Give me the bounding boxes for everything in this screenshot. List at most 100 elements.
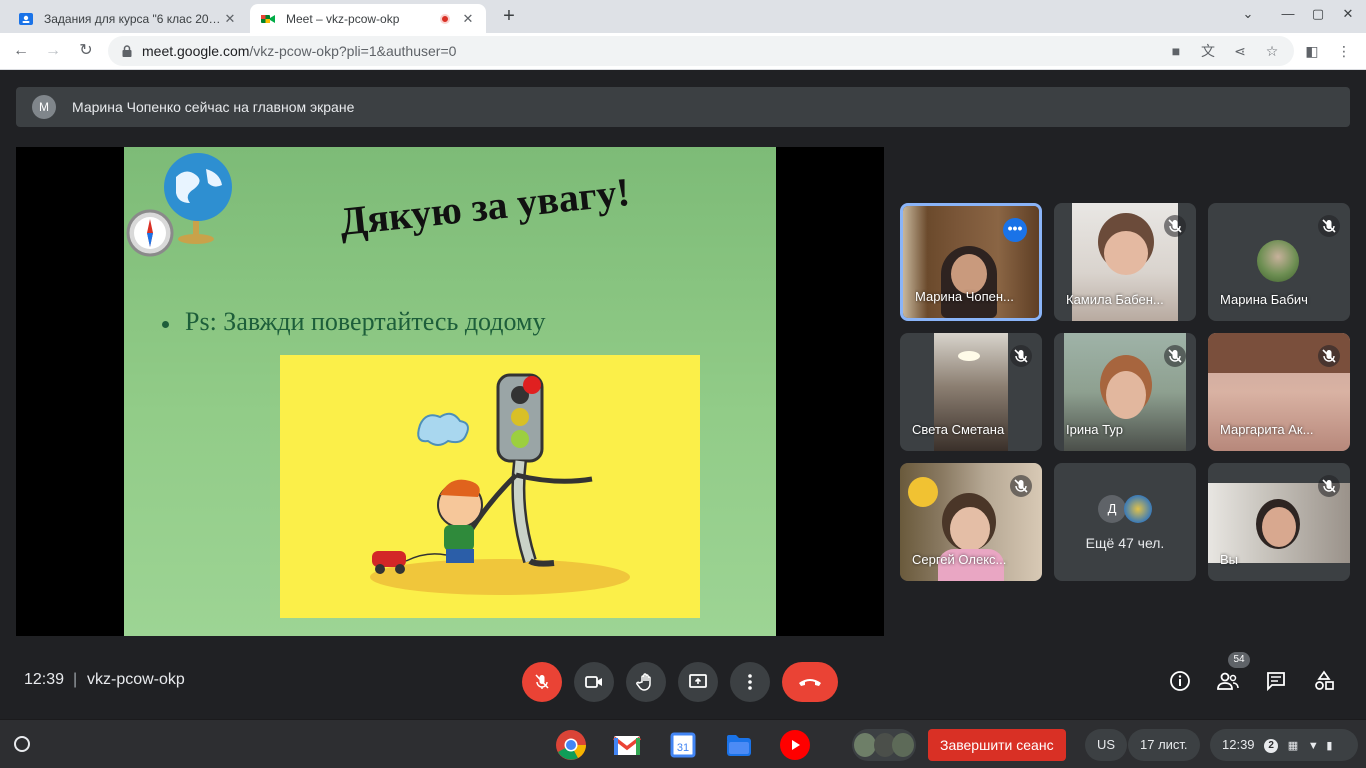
more-vert-icon bbox=[748, 674, 752, 690]
mic-off-icon bbox=[535, 674, 549, 689]
video-flower bbox=[908, 477, 938, 507]
new-tab-button[interactable]: + bbox=[497, 5, 521, 29]
tab-classroom[interactable]: Задания для курса "6 клас 2022... ✕ bbox=[8, 4, 248, 33]
participant-name: Света Сметана bbox=[912, 422, 1005, 437]
minimize-icon[interactable]: — bbox=[1278, 6, 1298, 21]
close-window-icon[interactable]: ✕ bbox=[1338, 6, 1358, 22]
globe-compass-icon bbox=[126, 153, 232, 257]
system-time: 12:39 bbox=[1222, 737, 1255, 752]
participant-tile[interactable]: Ірина Тур bbox=[1054, 333, 1196, 451]
svg-text:31: 31 bbox=[677, 742, 689, 754]
close-icon[interactable]: ✕ bbox=[222, 11, 238, 27]
status-tray[interactable]: 12:39 2 ▦ ▼ ▮ bbox=[1210, 729, 1358, 761]
side-panel-icon[interactable]: ◧ bbox=[1303, 42, 1321, 60]
restore-icon[interactable]: ▢ bbox=[1308, 6, 1328, 22]
participants-button[interactable] bbox=[1215, 668, 1241, 694]
camera-toggle-button[interactable] bbox=[574, 662, 614, 702]
os-shelf: 31 Завершити сеанс US 17 лист. 12:39 2 ▦… bbox=[0, 719, 1366, 768]
tab-strip: Задания для курса "6 клас 2022... ✕ Meet… bbox=[0, 0, 1366, 33]
youtube-icon[interactable] bbox=[779, 729, 811, 761]
divider: | bbox=[73, 671, 78, 688]
reload-icon[interactable]: ↻ bbox=[75, 40, 97, 62]
meet-icon bbox=[261, 14, 275, 23]
banner-text: Марина Чопенко сейчас на главном экране bbox=[72, 99, 355, 115]
classroom-icon bbox=[19, 12, 33, 25]
tab-search-icon[interactable]: ⌄ bbox=[1238, 6, 1258, 22]
participant-name: Камила Бабен... bbox=[1066, 292, 1164, 307]
traffic-light-cartoon-image bbox=[370, 373, 630, 595]
raise-hand-button[interactable] bbox=[626, 662, 666, 702]
wifi-icon: ▼ bbox=[1307, 740, 1319, 752]
slide-bullet: Ps: Завжди повертайтесь додому bbox=[162, 307, 545, 337]
close-icon[interactable]: ✕ bbox=[460, 11, 476, 27]
camera-in-use-icon[interactable]: ■ bbox=[1167, 42, 1185, 60]
participant-name: Маргарита Ак... bbox=[1220, 422, 1314, 437]
present-icon bbox=[689, 674, 707, 688]
hand-icon bbox=[636, 673, 651, 691]
people-icon bbox=[1217, 672, 1239, 690]
avatar: М bbox=[32, 95, 56, 119]
chrome-icon[interactable] bbox=[555, 729, 587, 761]
present-screen-button[interactable] bbox=[678, 662, 718, 702]
mic-off-icon bbox=[1010, 475, 1032, 497]
participant-name: Ірина Тур bbox=[1066, 422, 1123, 437]
url-host: meet.google.com bbox=[142, 43, 250, 59]
keyboard-layout-indicator[interactable]: US bbox=[1085, 729, 1128, 761]
tab-meet[interactable]: Meet – vkz-pcow-okp ✕ bbox=[250, 4, 486, 33]
translate-icon[interactable]: 文 bbox=[1199, 42, 1217, 60]
participant-tile[interactable]: Камила Бабен... bbox=[1054, 203, 1196, 321]
date-tray[interactable]: 17 лист. bbox=[1128, 729, 1200, 761]
meeting-details-button[interactable] bbox=[1167, 668, 1193, 694]
gmail-icon[interactable] bbox=[611, 729, 643, 761]
thumbnail-image bbox=[854, 733, 876, 757]
activities-button[interactable] bbox=[1311, 668, 1337, 694]
slide-title: Дякую за увагу! bbox=[337, 168, 632, 245]
shared-slide: Дякую за увагу! Ps: Завжди повертайтесь … bbox=[124, 147, 776, 636]
presentation-stage[interactable]: Дякую за увагу! Ps: Завжди повертайтесь … bbox=[16, 147, 884, 636]
tab-title: Meet – vkz-pcow-okp bbox=[286, 11, 400, 26]
avatar bbox=[1124, 495, 1152, 523]
chat-button[interactable] bbox=[1263, 668, 1289, 694]
forward-icon[interactable]: → bbox=[42, 40, 64, 62]
mic-off-icon bbox=[1010, 345, 1032, 367]
files-icon[interactable] bbox=[723, 729, 755, 761]
notification-count-icon: 2 bbox=[1264, 738, 1279, 753]
lock-icon bbox=[122, 45, 132, 57]
participant-tile[interactable]: Маргарита Ак... bbox=[1208, 333, 1350, 451]
share-icon[interactable]: ⋖ bbox=[1231, 42, 1249, 60]
recording-indicator-icon bbox=[440, 13, 450, 24]
more-options-button[interactable] bbox=[730, 662, 770, 702]
address-bar[interactable]: meet.google.com/vkz-pcow-okp?pli=1&authu… bbox=[108, 36, 1294, 66]
participant-tile[interactable]: Марина Бабич bbox=[1208, 203, 1350, 321]
participants-count-badge: 54 bbox=[1228, 652, 1250, 668]
mic-off-icon bbox=[1318, 475, 1340, 497]
participant-tile[interactable]: Света Сметана bbox=[900, 333, 1042, 451]
end-session-button[interactable]: Завершити сеанс bbox=[928, 729, 1066, 761]
launcher-icon[interactable] bbox=[14, 736, 30, 752]
battery-icon: ▮ bbox=[1326, 740, 1333, 752]
video-face bbox=[1104, 231, 1148, 275]
participant-tile-self[interactable]: Вы bbox=[1208, 463, 1350, 581]
tote-thumbnails[interactable] bbox=[852, 729, 916, 761]
participant-tile[interactable]: Сергей Олекс... bbox=[900, 463, 1042, 581]
calendar-icon[interactable]: 31 bbox=[667, 729, 699, 761]
hang-up-icon bbox=[799, 679, 821, 686]
participant-tile[interactable]: ••• Марина Чопен... bbox=[900, 203, 1042, 321]
back-icon[interactable]: ← bbox=[10, 40, 32, 62]
leave-call-button[interactable] bbox=[782, 662, 838, 702]
video-face bbox=[1106, 371, 1146, 419]
more-options-icon[interactable]: ••• bbox=[1003, 218, 1027, 242]
browser-menu-icon[interactable]: ⋮ bbox=[1335, 42, 1353, 60]
thumbnail-image bbox=[892, 733, 914, 757]
mic-toggle-button[interactable] bbox=[522, 662, 562, 702]
participant-name: Сергей Олекс... bbox=[912, 552, 1007, 567]
more-participants-tile[interactable]: Д Ещё 47 чел. bbox=[1054, 463, 1196, 581]
mic-off-icon bbox=[1164, 215, 1186, 237]
meeting-time: 12:39 bbox=[24, 671, 65, 688]
more-participants-label: Ещё 47 чел. bbox=[1085, 535, 1165, 551]
slide-illustration bbox=[280, 355, 700, 618]
bullet-dot bbox=[162, 320, 169, 328]
participant-name: Марина Бабич bbox=[1220, 292, 1308, 307]
bookmark-star-icon[interactable]: ☆ bbox=[1263, 42, 1281, 60]
meeting-code: vkz-pcow-okp bbox=[87, 671, 185, 688]
